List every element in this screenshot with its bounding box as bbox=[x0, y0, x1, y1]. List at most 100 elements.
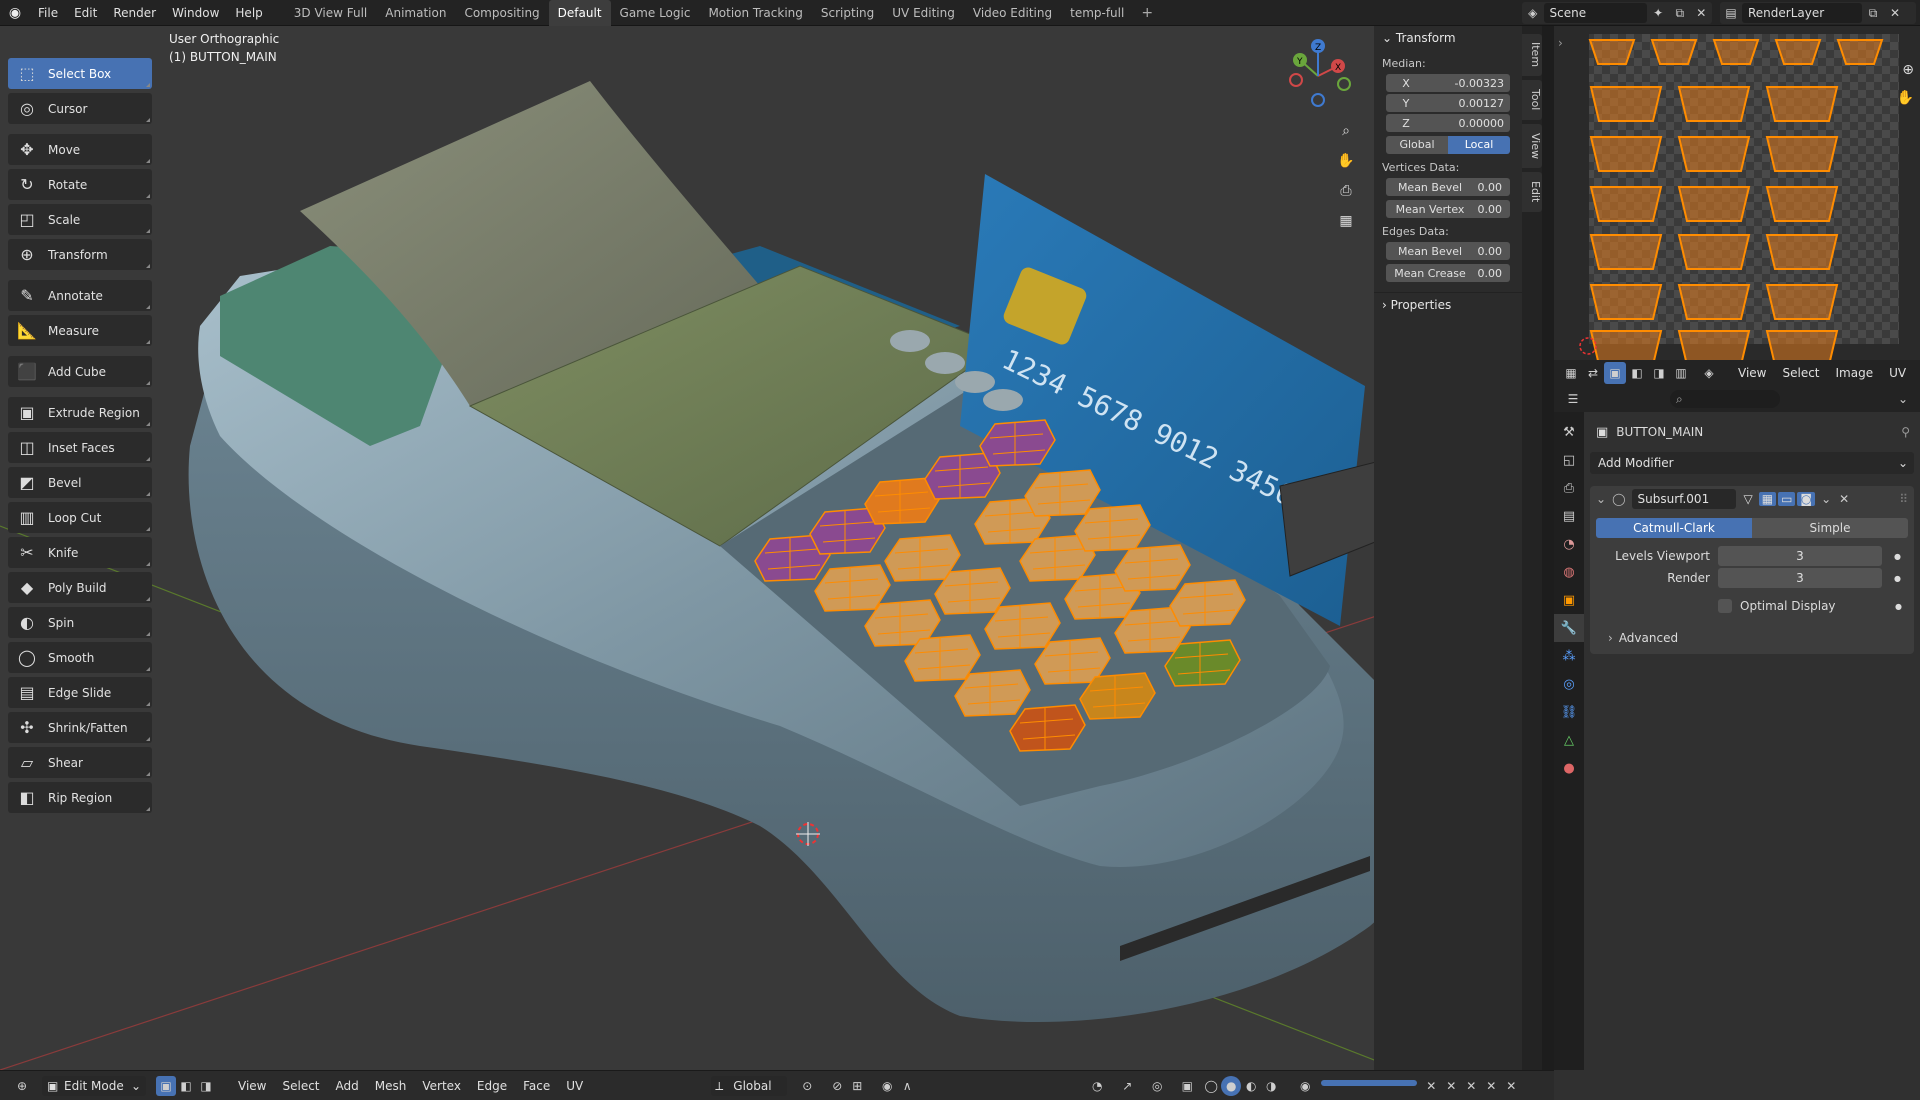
view-layer-name-field[interactable]: RenderLayer bbox=[1742, 3, 1862, 23]
tool-tab-icon[interactable]: ⚒ bbox=[1554, 418, 1584, 446]
modifier-name-field[interactable]: Subsurf.001 bbox=[1631, 489, 1736, 509]
uv-menu-view[interactable]: View bbox=[1730, 366, 1774, 380]
viewport-menu-select[interactable]: Select bbox=[274, 1079, 327, 1093]
xray-toggle-icon[interactable]: ▣ bbox=[1177, 1076, 1197, 1096]
drag-handle-icon[interactable]: ⠿ bbox=[1899, 492, 1908, 506]
tool-rotate[interactable]: ↻ Rotate bbox=[8, 169, 152, 200]
workspace-tab-motion-tracking[interactable]: Motion Tracking bbox=[699, 0, 811, 26]
particles-tab-icon[interactable]: ⁂ bbox=[1554, 642, 1584, 670]
workspace-tab-animation[interactable]: Animation bbox=[376, 0, 455, 26]
3d-viewport[interactable]: 1234 5678 9012 3456 User Orthographic (1… bbox=[0, 26, 1528, 1070]
pin-icon[interactable]: ⚲ bbox=[1901, 425, 1910, 439]
tool-measure[interactable]: 📐 Measure bbox=[8, 315, 152, 346]
face-select-icon[interactable]: ◨ bbox=[1648, 362, 1670, 384]
keyframe-dot-icon[interactable]: ● bbox=[1895, 602, 1902, 611]
viewport-menu-add[interactable]: Add bbox=[328, 1079, 367, 1093]
uv-zoom-icon[interactable]: ⊕ bbox=[1902, 62, 1914, 78]
modifier-menu-chevron-icon[interactable]: ⌄ bbox=[1821, 492, 1831, 506]
edit-mode-cage-icon[interactable]: ▽ bbox=[1744, 492, 1753, 506]
catmull-clark-button[interactable]: Catmull-Clark bbox=[1596, 518, 1752, 538]
delete-view-layer-icon[interactable]: ✕ bbox=[1884, 2, 1906, 24]
tool-add-cube[interactable]: ⬛ Add Cube bbox=[8, 356, 152, 387]
menu-edit[interactable]: Edit bbox=[66, 0, 105, 26]
tool-transform[interactable]: ⊕ Transform bbox=[8, 239, 152, 270]
workspace-tab-scripting[interactable]: Scripting bbox=[812, 0, 883, 26]
pivot-point-icon[interactable]: ⊙ bbox=[797, 1076, 817, 1096]
snap-target-icon[interactable]: ⊞ bbox=[847, 1076, 867, 1096]
advanced-subpanel[interactable]: › Advanced bbox=[1590, 628, 1914, 648]
sticky-mode-icon[interactable]: ◈ bbox=[1698, 362, 1720, 384]
modifier-tab-icon[interactable]: 🔧 bbox=[1554, 614, 1584, 642]
viewport-menu-view[interactable]: View bbox=[230, 1079, 274, 1093]
close-icon[interactable]: ✕ bbox=[1481, 1076, 1501, 1096]
uv-collapse-chevron-icon[interactable]: › bbox=[1558, 36, 1563, 50]
view-layer-tab-icon[interactable]: ▤ bbox=[1554, 502, 1584, 530]
pan-hand-icon[interactable]: ✋ bbox=[1333, 148, 1359, 174]
overlay-toggle-icon[interactable]: ◎ bbox=[1147, 1076, 1167, 1096]
edge-select-mode-icon[interactable]: ◧ bbox=[176, 1076, 196, 1096]
mode-dropdown[interactable]: ▣ Edit Mode ⌄ bbox=[42, 1075, 146, 1096]
properties-editor-icon[interactable]: ☰ bbox=[1562, 388, 1584, 410]
view-layer-selector[interactable]: ▤ RenderLayer ⧉ ✕ bbox=[1720, 2, 1916, 24]
tool-spin[interactable]: ◐ Spin bbox=[8, 607, 152, 638]
viewport-menu-vertex[interactable]: Vertex bbox=[414, 1079, 469, 1093]
workspace-tab-game-logic[interactable]: Game Logic bbox=[611, 0, 700, 26]
subdivision-type-toggle[interactable]: Catmull-Clark Simple bbox=[1596, 518, 1908, 538]
vertex-select-icon[interactable]: ▣ bbox=[1604, 362, 1626, 384]
properties-panel-header[interactable]: › Properties bbox=[1374, 292, 1522, 316]
workspace-tab-3d-view-full[interactable]: 3D View Full bbox=[285, 0, 377, 26]
snap-icon[interactable]: ⊘ bbox=[827, 1076, 847, 1096]
tool-move[interactable]: ✥ Move bbox=[8, 134, 152, 165]
uv-menu-select[interactable]: Select bbox=[1774, 366, 1827, 380]
render-tab-icon[interactable]: ◱ bbox=[1554, 446, 1584, 474]
tool-shear[interactable]: ▱ Shear bbox=[8, 747, 152, 778]
pin-icon[interactable]: ✦ bbox=[1647, 2, 1669, 24]
uv-canvas[interactable] bbox=[1554, 26, 1920, 366]
simple-button[interactable]: Simple bbox=[1752, 518, 1908, 538]
scene-selector[interactable]: ◈ Scene ✦ ⧉ ✕ bbox=[1522, 2, 1712, 24]
new-view-layer-icon[interactable]: ⧉ bbox=[1862, 2, 1884, 24]
constraints-tab-icon[interactable]: ⛓ bbox=[1554, 698, 1584, 726]
face-select-mode-icon[interactable]: ◨ bbox=[196, 1076, 216, 1096]
transform-panel-header[interactable]: ⌄ Transform bbox=[1374, 26, 1522, 50]
tab-tool[interactable]: Tool bbox=[1522, 80, 1542, 120]
camera-view-icon[interactable]: ⎙ bbox=[1333, 178, 1359, 204]
tab-edit[interactable]: Edit bbox=[1522, 172, 1542, 212]
scene-name-field[interactable]: Scene bbox=[1543, 3, 1648, 23]
optimal-display-checkbox[interactable] bbox=[1718, 599, 1732, 613]
material-tab-icon[interactable]: ● bbox=[1554, 754, 1584, 782]
solid-shading-icon[interactable]: ● bbox=[1221, 1075, 1242, 1096]
median-x-field[interactable]: X -0.00323 bbox=[1386, 74, 1510, 92]
tool-edge-slide[interactable]: ▤ Edge Slide bbox=[8, 677, 152, 708]
edge-mean-bevel-field[interactable]: Mean Bevel 0.00 bbox=[1386, 242, 1510, 260]
vertex-select-mode-icon[interactable]: ▣ bbox=[156, 1075, 176, 1096]
mean-crease-field[interactable]: Mean Crease 0.00 bbox=[1386, 264, 1510, 282]
local-button[interactable]: Local bbox=[1448, 136, 1510, 154]
close-icon[interactable]: ✕ bbox=[1441, 1076, 1461, 1096]
remove-modifier-icon[interactable]: ✕ bbox=[1839, 492, 1849, 506]
editor-type-icon[interactable]: ▦ bbox=[1560, 362, 1582, 384]
world-tab-icon[interactable]: ◍ bbox=[1554, 558, 1584, 586]
tool-smooth[interactable]: ◯ Smooth bbox=[8, 642, 152, 673]
render-levels-field[interactable]: 3 bbox=[1718, 568, 1882, 588]
tool-shrink-fatten[interactable]: ✣ Shrink/Fatten bbox=[8, 712, 152, 743]
uv-pan-hand-icon[interactable]: ✋ bbox=[1897, 90, 1914, 106]
uv-menu-uv[interactable]: UV bbox=[1881, 366, 1914, 380]
navigation-gizmo[interactable]: X Y Z bbox=[1280, 36, 1356, 112]
add-workspace-button[interactable]: + bbox=[1133, 5, 1161, 21]
tool-bevel[interactable]: ◩ Bevel bbox=[8, 467, 152, 498]
proportional-edit-icon[interactable]: ◉ bbox=[877, 1076, 897, 1096]
workspace-tab-video-editing[interactable]: Video Editing bbox=[964, 0, 1061, 26]
tab-view[interactable]: View bbox=[1522, 124, 1542, 168]
uv-sync-icon[interactable]: ⇄ bbox=[1582, 362, 1604, 384]
ortho-grid-icon[interactable]: ▦ bbox=[1333, 208, 1359, 234]
tool-inset-faces[interactable]: ◫ Inset Faces bbox=[8, 432, 152, 463]
mean-vertex-field[interactable]: Mean Vertex 0.00 bbox=[1386, 200, 1510, 218]
scene-tab-icon[interactable]: ◔ bbox=[1554, 530, 1584, 558]
editor-type-icon[interactable]: ⊕ bbox=[12, 1076, 32, 1096]
falloff-icon[interactable]: ∧ bbox=[897, 1076, 917, 1096]
object-tab-icon[interactable]: ▣ bbox=[1554, 586, 1584, 614]
payment-terminal-model[interactable]: 1234 5678 9012 3456 bbox=[0, 26, 1528, 1070]
tool-cursor[interactable]: ◎ Cursor bbox=[8, 93, 152, 124]
global-local-toggle[interactable]: Global Local bbox=[1386, 136, 1510, 154]
